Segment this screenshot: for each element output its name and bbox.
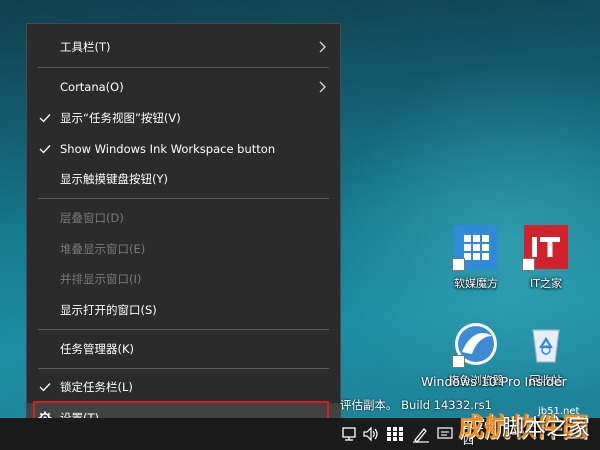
menu-separator — [38, 198, 329, 199]
menu-separator — [38, 329, 329, 330]
menu-item-label: 堆叠显示窗口(E) — [60, 242, 146, 256]
menu-item-show-ink-workspace[interactable]: Show Windows Ink Workspace button — [27, 134, 340, 164]
menu-item-toolbars[interactable]: 工具栏(T) — [27, 32, 340, 62]
desktop-icon-ithome[interactable]: IT之家 — [511, 225, 581, 291]
recycle-bin-icon — [524, 322, 568, 366]
rubik-cube-icon — [452, 225, 498, 271]
menu-separator — [38, 368, 329, 369]
chevron-right-icon — [319, 41, 326, 53]
shortcut-arrow-icon — [522, 258, 535, 271]
site-logo-right: 脚本之家 — [502, 416, 591, 441]
menu-item-label: 显示触摸键盘按钮(Y) — [60, 172, 168, 186]
desktop-icon-rubik[interactable]: 软媒魔方 — [441, 225, 511, 291]
menu-item-show-task-view[interactable]: 显示“任务视图”按钮(V) — [27, 103, 340, 133]
checkmark-icon — [39, 145, 51, 154]
volume-icon[interactable] — [362, 425, 380, 443]
menu-item-label: Cortana(O) — [60, 80, 124, 94]
menu-item-label: Show Windows Ink Workspace button — [60, 142, 276, 156]
menu-item-show-touch-keyboard[interactable]: 显示触摸键盘按钮(Y) — [27, 164, 340, 194]
shortcut-arrow-icon — [452, 355, 465, 368]
shortcut-arrow-icon — [452, 258, 465, 271]
checkmark-icon — [39, 114, 51, 123]
menu-item-lock-taskbar[interactable]: 锁定任务栏(L) — [27, 372, 340, 402]
menu-item-label: 并排显示窗口(I) — [60, 272, 142, 286]
ithome-icon — [522, 225, 568, 271]
menu-item-show-desktop-windows[interactable]: 显示打开的窗口(S) — [27, 295, 340, 325]
menu-item-side-by-side: 并排显示窗口(I) — [27, 264, 340, 294]
menu-item-cascade-windows: 层叠窗口(D) — [27, 203, 340, 233]
menu-separator — [38, 67, 329, 68]
sailfish-browser-icon — [452, 322, 498, 368]
edition-watermark: Windows 10 Pro Insider — [421, 374, 567, 389]
ink-workspace-icon[interactable] — [412, 425, 430, 443]
taskbar-context-menu: 工具栏(T) Cortana(O) 显示“任务视图”按钮(V) Show Win… — [26, 23, 341, 450]
desktop-icon-label: 软媒魔方 — [454, 277, 498, 290]
menu-item-label: 层叠窗口(D) — [60, 211, 124, 225]
menu-item-label: 任务管理器(K) — [60, 342, 135, 356]
menu-item-label: 显示打开的窗口(S) — [60, 303, 157, 317]
menu-item-task-manager[interactable]: 任务管理器(K) — [27, 334, 340, 364]
menu-item-label: 工具栏(T) — [60, 40, 111, 54]
chevron-right-icon — [319, 81, 326, 93]
menu-item-label: 锁定任务栏(L) — [60, 380, 133, 394]
menu-item-label: 显示“任务视图”按钮(V) — [60, 111, 181, 125]
menu-item-cortana[interactable]: Cortana(O) — [27, 72, 340, 102]
network-icon[interactable] — [341, 425, 359, 443]
menu-item-stack-windows: 堆叠显示窗口(E) — [27, 234, 340, 264]
desktop-icon-label: IT之家 — [530, 277, 562, 290]
checkmark-icon — [39, 383, 51, 392]
action-center-icon[interactable] — [436, 425, 454, 443]
touch-keyboard-icon[interactable] — [386, 425, 404, 443]
